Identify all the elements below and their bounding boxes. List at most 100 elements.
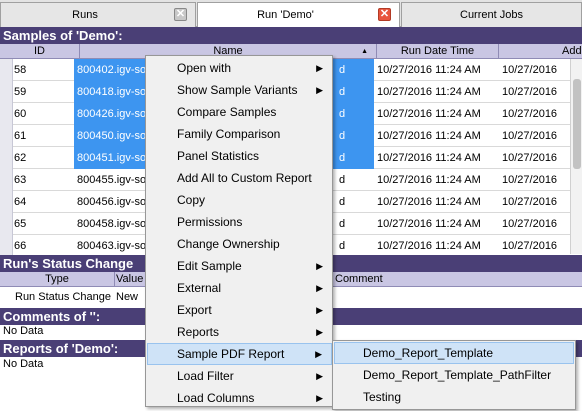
menu-item-label: External (177, 281, 222, 295)
menu-item-compare-samples[interactable]: Compare Samples (147, 101, 332, 123)
submenu-arrow-icon: ▶ (316, 283, 323, 293)
sample-id-cell: 63 (14, 174, 27, 186)
column-header-run-date-time[interactable]: Run Date Time (377, 44, 499, 59)
column-header-add[interactable]: Add (499, 44, 582, 59)
column-header-value[interactable]: Value (115, 272, 145, 287)
submenu-item-label: Testing (363, 390, 402, 404)
row-marker (0, 59, 13, 81)
column-header-type[interactable]: Type (0, 272, 115, 287)
close-icon[interactable]: ✕ (378, 8, 391, 21)
menu-item-label: Sample PDF Report (177, 347, 285, 361)
tab-runs[interactable]: Runs ✕ (0, 2, 196, 27)
menu-item-label: Compare Samples (177, 105, 277, 119)
menu-item-copy[interactable]: Copy (147, 189, 332, 211)
menu-item-panel-statistics[interactable]: Panel Statistics (147, 145, 332, 167)
menu-item-sample-pdf-report[interactable]: Sample PDF Report ▶ (147, 343, 332, 365)
sample-name-text: 800426.igv-so (77, 108, 147, 120)
menu-item-label: Add All to Custom Report (177, 171, 312, 185)
submenu-item-demo-report-template[interactable]: Demo_Report_Template (334, 342, 574, 364)
sample-pdf-report-submenu: Demo_Report_Template Demo_Report_Template… (332, 340, 576, 410)
row-marker (0, 213, 13, 235)
sample-name-tail: d (339, 174, 346, 186)
row-marker (0, 235, 13, 257)
sample-id-cell: 60 (14, 108, 27, 120)
menu-item-external[interactable]: External ▶ (147, 277, 332, 299)
menu-item-label: Reports (177, 325, 220, 339)
column-header-comment[interactable]: Comment (333, 272, 393, 287)
menu-item-label: Show Sample Variants (177, 83, 298, 97)
sample-id-cell: 64 (14, 196, 27, 208)
submenu-arrow-icon: ▶ (316, 261, 323, 271)
menu-item-family-comparison[interactable]: Family Comparison (147, 123, 332, 145)
samples-header: Samples of 'Demo': (0, 27, 582, 44)
status-type-cell: Run Status Change (15, 291, 112, 303)
run-date-cell: 10/27/2016 11:24 AM (377, 130, 481, 142)
tab-run-demo[interactable]: Run 'Demo' ✕ (197, 2, 400, 28)
sample-id-cell: 66 (14, 240, 27, 252)
row-marker (0, 191, 13, 213)
sample-name-text: 800463.igv-so (77, 240, 147, 252)
context-menu: Open with ▶ Show Sample Variants ▶ Compare S… (145, 55, 333, 407)
menu-item-show-sample-variants[interactable]: Show Sample Variants ▶ (147, 79, 332, 101)
submenu-arrow-icon: ▶ (316, 327, 323, 337)
menu-item-label: Load Columns (177, 391, 255, 405)
run-date-cell: 10/27/2016 11:24 AM (377, 64, 481, 76)
submenu-item-label: Demo_Report_Template (363, 346, 494, 360)
tab-current-jobs[interactable]: Current Jobs (401, 2, 582, 27)
menu-item-add-all-to-custom-report[interactable]: Add All to Custom Report (147, 167, 332, 189)
submenu-arrow-icon: ▶ (316, 63, 323, 73)
sample-name-text: 800455.igv-so (77, 174, 147, 186)
menu-item-export[interactable]: Export ▶ (147, 299, 332, 321)
sample-id-cell: 61 (14, 130, 27, 142)
sample-name-tail: d (339, 64, 346, 76)
sample-name-tail: d (339, 108, 346, 120)
scrollbar-thumb[interactable] (573, 79, 581, 169)
row-marker (0, 81, 13, 103)
row-marker (0, 125, 13, 147)
row-marker (0, 169, 13, 191)
submenu-item-label: Demo_Report_Template_PathFilter (363, 368, 552, 382)
menu-item-reports[interactable]: Reports ▶ (147, 321, 332, 343)
sample-id-cell: 59 (14, 86, 27, 98)
sample-name-text: 800451.igv-so (77, 152, 147, 164)
tab-bar: Runs ✕ Run 'Demo' ✕ Current Jobs (0, 0, 582, 28)
tab-label: Runs (72, 9, 98, 21)
run-date-cell: 10/27/2016 11:24 AM (377, 240, 481, 252)
close-icon[interactable]: ✕ (174, 8, 187, 21)
menu-item-label: Family Comparison (177, 127, 281, 141)
run-date-cell: 10/27/2016 11:24 AM (377, 196, 481, 208)
submenu-arrow-icon: ▶ (316, 393, 323, 403)
menu-item-label: Edit Sample (177, 259, 242, 273)
sample-id-cell: 62 (14, 152, 27, 164)
sample-name-tail: d (339, 240, 346, 252)
reports-empty-text: No Data (3, 358, 44, 370)
sample-name-text: 800450.igv-so (77, 130, 147, 142)
menu-item-label: Export (177, 303, 212, 317)
submenu-arrow-icon: ▶ (316, 85, 323, 95)
submenu-arrow-icon: ▶ (316, 371, 323, 381)
sample-name-text: 800418.igv-so (77, 86, 147, 98)
run-date-cell: 10/27/2016 11:24 AM (377, 218, 481, 230)
column-header-id[interactable]: ID (0, 44, 80, 59)
submenu-arrow-icon: ▶ (315, 349, 322, 359)
submenu-item-demo-report-template-pathfilter[interactable]: Demo_Report_Template_PathFilter (334, 364, 574, 386)
menu-item-open-with[interactable]: Open with ▶ (147, 57, 332, 79)
sample-name-tail: d (339, 152, 346, 164)
submenu-item-testing[interactable]: Testing (334, 386, 574, 408)
menu-item-edit-sample[interactable]: Edit Sample ▶ (147, 255, 332, 277)
sample-name-tail: d (339, 86, 346, 98)
status-value-cell: New (116, 291, 139, 303)
menu-item-permissions[interactable]: Permissions (147, 211, 332, 233)
menu-item-change-ownership[interactable]: Change Ownership (147, 233, 332, 255)
run-date-cell: 10/27/2016 11:24 AM (377, 174, 481, 186)
sample-name-tail: d (339, 130, 346, 142)
menu-item-label: Copy (177, 193, 206, 207)
row-marker (0, 103, 13, 125)
menu-item-load-filter[interactable]: Load Filter ▶ (147, 365, 332, 387)
sample-name-tail: d (339, 196, 346, 208)
menu-item-label: Panel Statistics (177, 149, 260, 163)
menu-item-load-columns[interactable]: Load Columns ▶ (147, 387, 332, 409)
submenu-arrow-icon: ▶ (316, 305, 323, 315)
menu-item-label: Change Ownership (177, 237, 280, 251)
samples-scrollbar[interactable] (570, 59, 582, 254)
